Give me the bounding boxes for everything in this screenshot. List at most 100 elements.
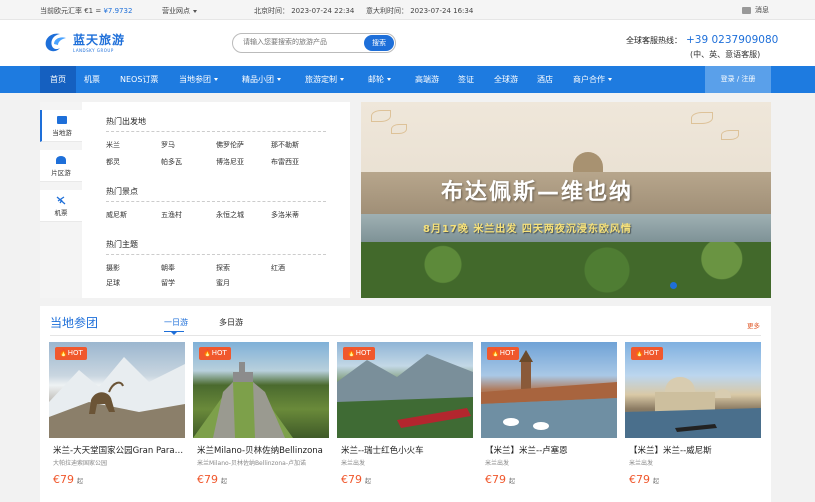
- hot-label: HOT: [67, 349, 83, 357]
- nav-label: 签证: [458, 75, 474, 84]
- departure-link[interactable]: 米兰: [106, 140, 120, 150]
- spot-link[interactable]: 多洛米蒂: [271, 210, 299, 220]
- leaf-decoration: [721, 130, 739, 140]
- outlet-label: 营业网点: [162, 7, 190, 15]
- hot-label: HOT: [499, 349, 515, 357]
- fire-icon: 🔥: [347, 349, 356, 357]
- nav-item-home[interactable]: 首页: [40, 66, 76, 93]
- search-button[interactable]: 搜索: [364, 35, 394, 51]
- tour-image: 🔥HOT: [49, 342, 185, 438]
- leaf-decoration: [691, 112, 713, 124]
- divider: [106, 254, 326, 255]
- price-unit: 起: [365, 478, 372, 485]
- departure-link[interactable]: 那不勒斯: [271, 140, 299, 150]
- price-value: €79: [629, 473, 650, 486]
- fire-icon: 🔥: [635, 349, 644, 357]
- banner-title: 布达佩斯—维也纳: [441, 180, 634, 205]
- nav-item-small-groups[interactable]: 精品小团: [242, 66, 281, 93]
- hot-spots-title: 热门景点: [106, 187, 138, 196]
- theme-link[interactable]: 朝奉: [161, 263, 175, 273]
- nav-label: 商户合作: [573, 75, 605, 84]
- tour-title: 【米兰】米兰--威尼斯: [629, 446, 712, 456]
- chevron-down-icon: [608, 78, 612, 81]
- departure-link[interactable]: 博洛尼亚: [216, 157, 244, 167]
- nav-item-cruise[interactable]: 邮轮: [368, 66, 391, 93]
- logo-icon: [45, 33, 66, 52]
- tab-day-tour[interactable]: 一日游: [164, 317, 188, 328]
- departure-link[interactable]: 帕多瓦: [161, 157, 182, 167]
- top-bar: 当前欧元汇率 €1 = ¥7.9732 营业网点 北京时间： 2023-07-2…: [0, 0, 815, 20]
- theme-link[interactable]: 蜜月: [216, 278, 230, 288]
- tour-subtitle: 米兰出发: [485, 460, 510, 467]
- tour-card[interactable]: 🔥HOT 米兰-大天堂国家公园Gran Paradiso 大帕拉迪索国家公园 €…: [49, 342, 185, 502]
- price-value: €79: [341, 473, 362, 486]
- price-unit: 起: [509, 478, 516, 485]
- logo-subtext: LANDSKY GROUP: [73, 48, 114, 53]
- section-title: 当地参团: [50, 316, 99, 330]
- spot-link[interactable]: 五渔村: [161, 210, 182, 220]
- nav-item-local-tours[interactable]: 当地参团: [179, 66, 218, 93]
- hot-badge: 🔥HOT: [631, 347, 663, 360]
- hotline: 全球客服热线： +39 0237909080: [626, 34, 778, 46]
- nav-label: NEOS订票: [120, 75, 159, 84]
- tab-regional-tours[interactable]: 片区游: [40, 150, 82, 182]
- nav-item-visa[interactable]: 签证: [458, 66, 474, 93]
- price-unit: 起: [653, 478, 660, 485]
- tour-title: 米兰--瑞士红色小火车: [341, 446, 424, 456]
- departure-link[interactable]: 佛罗伦萨: [216, 140, 244, 150]
- departure-link[interactable]: 罗马: [161, 140, 175, 150]
- departure-link[interactable]: 布雷西亚: [271, 157, 299, 167]
- outlet-dropdown[interactable]: 营业网点: [162, 6, 197, 16]
- tour-card[interactable]: 🔥HOT 米兰--瑞士红色小火车 米兰出发 €79 起: [337, 342, 473, 502]
- tour-card[interactable]: 🔥HOT 【米兰】米兰--威尼斯 米兰出发 €79 起: [625, 342, 761, 502]
- tour-card[interactable]: 🔥HOT 【米兰】米兰--卢塞恩 米兰出发 €79 起: [481, 342, 617, 502]
- spot-link[interactable]: 永恒之城: [216, 210, 244, 220]
- theme-link[interactable]: 留学: [161, 278, 175, 288]
- tab-flights[interactable]: 机票: [40, 190, 82, 222]
- spot-link[interactable]: 威尼斯: [106, 210, 127, 220]
- tab-label: 当地游: [52, 129, 72, 137]
- login-register-button[interactable]: 登录 / 注册: [705, 66, 771, 93]
- message-icon: [742, 6, 751, 14]
- carousel-indicator[interactable]: [670, 282, 677, 289]
- theme-link[interactable]: 探索: [216, 263, 230, 273]
- theme-link[interactable]: 足球: [106, 278, 120, 288]
- more-link[interactable]: 更多: [747, 320, 760, 330]
- tab-label: 片区游: [51, 169, 71, 177]
- fire-icon: 🔥: [491, 349, 500, 357]
- banner-subtitle: 8月17晚 米兰出发 四天两夜沉浸东欧风情: [423, 224, 632, 235]
- nav-item-hotel[interactable]: 酒店: [537, 66, 553, 93]
- hotline-number[interactable]: +39 0237909080: [686, 34, 778, 46]
- nav-label: 全球游: [494, 75, 518, 84]
- messages-link[interactable]: 消息: [742, 5, 769, 15]
- tab-label: 机票: [54, 209, 68, 217]
- tab-local-tours[interactable]: 当地游: [40, 110, 82, 142]
- tour-image: 🔥HOT: [481, 342, 617, 438]
- nav-item-flights[interactable]: 机票: [84, 66, 100, 93]
- exchange-rate: 当前欧元汇率 €1 = ¥7.9732: [40, 6, 132, 16]
- chevron-down-icon: [387, 78, 391, 81]
- departure-link[interactable]: 都灵: [106, 157, 120, 167]
- chevron-down-icon: [193, 9, 197, 13]
- nav-item-custom[interactable]: 旅游定制: [305, 66, 344, 93]
- exchange-rate-label: 当前欧元汇率 €1 =: [40, 7, 104, 15]
- price-value: €79: [485, 473, 506, 486]
- nav-item-global[interactable]: 全球游: [494, 66, 518, 93]
- theme-link[interactable]: 摄影: [106, 263, 120, 273]
- nav-item-partners[interactable]: 商户合作: [573, 66, 612, 93]
- logo[interactable]: 蓝天旅游 LANDSKY GROUP: [42, 30, 125, 54]
- nav-label: 首页: [50, 75, 66, 84]
- nav-label: 当地参团: [179, 75, 211, 84]
- tour-image: 🔥HOT: [625, 342, 761, 438]
- nav-item-neos[interactable]: NEOS订票: [120, 66, 158, 93]
- tour-card[interactable]: 🔥HOT 米兰Milano-贝林佐纳Bellinzona 米兰Milano-贝林…: [193, 342, 329, 502]
- tab-multi-day-tour[interactable]: 多日游: [219, 317, 243, 328]
- theme-link[interactable]: 红酒: [271, 263, 285, 273]
- search-input[interactable]: [243, 38, 361, 46]
- messages-label: 消息: [755, 6, 769, 14]
- airplane-icon: [56, 196, 66, 205]
- hero-banner[interactable]: 布达佩斯—维也纳 8月17晚 米兰出发 四天两夜沉浸东欧风情: [361, 102, 771, 298]
- nav-label: 旅游定制: [305, 75, 337, 84]
- nav-item-luxury[interactable]: 高端游: [415, 66, 439, 93]
- hot-departure-title: 热门出发地: [106, 117, 146, 126]
